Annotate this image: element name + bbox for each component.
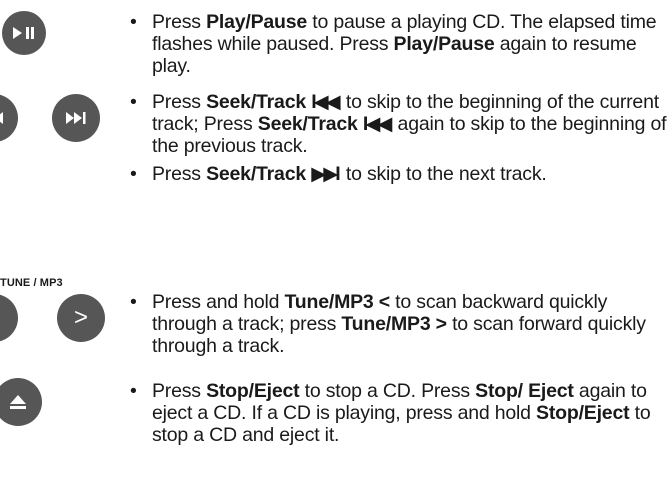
list-item: Press Stop/Eject to stop a CD. Press Sto…: [130, 380, 672, 446]
eject-icon: [9, 394, 27, 410]
skip-forward-button: [52, 94, 100, 142]
play-pause-button: [2, 11, 46, 55]
seek-track-bullets: Press Seek/Track I◀◀ to skip to the begi…: [130, 91, 672, 185]
skip-back-inline-icon: I◀◀: [311, 91, 340, 113]
eject-button: [0, 378, 42, 426]
stop-eject-bullets: Press Stop/Eject to stop a CD. Press Sto…: [130, 380, 672, 446]
tune-mp3-bullets: Press and hold Tune/MP3 < to scan backwa…: [130, 291, 672, 357]
play-pause-icon: [11, 25, 37, 41]
tune-forward-button: >: [57, 294, 105, 342]
skip-forward-icon: [63, 110, 89, 126]
list-item: Press Seek/Track I◀◀ to skip to the begi…: [130, 91, 672, 157]
tune-back-button: <: [0, 294, 18, 342]
tune-mp3-caption: TUNE / MP3: [0, 277, 63, 289]
skip-back-inline-icon: I◀◀: [362, 113, 392, 135]
skip-back-icon: [0, 110, 7, 126]
list-item: Press Play/Pause to pause a playing CD. …: [130, 11, 672, 77]
skip-forward-inline-icon: ▶▶I: [311, 163, 340, 185]
list-item: Press Seek/Track ▶▶I to skip to the next…: [130, 163, 672, 185]
play-pause-bullets: Press Play/Pause to pause a playing CD. …: [130, 11, 672, 77]
list-item: Press and hold Tune/MP3 < to scan backwa…: [130, 291, 672, 357]
tune-forward-label: >: [73, 304, 88, 331]
tune-back-label: <: [0, 304, 1, 332]
skip-back-button: [0, 94, 18, 142]
